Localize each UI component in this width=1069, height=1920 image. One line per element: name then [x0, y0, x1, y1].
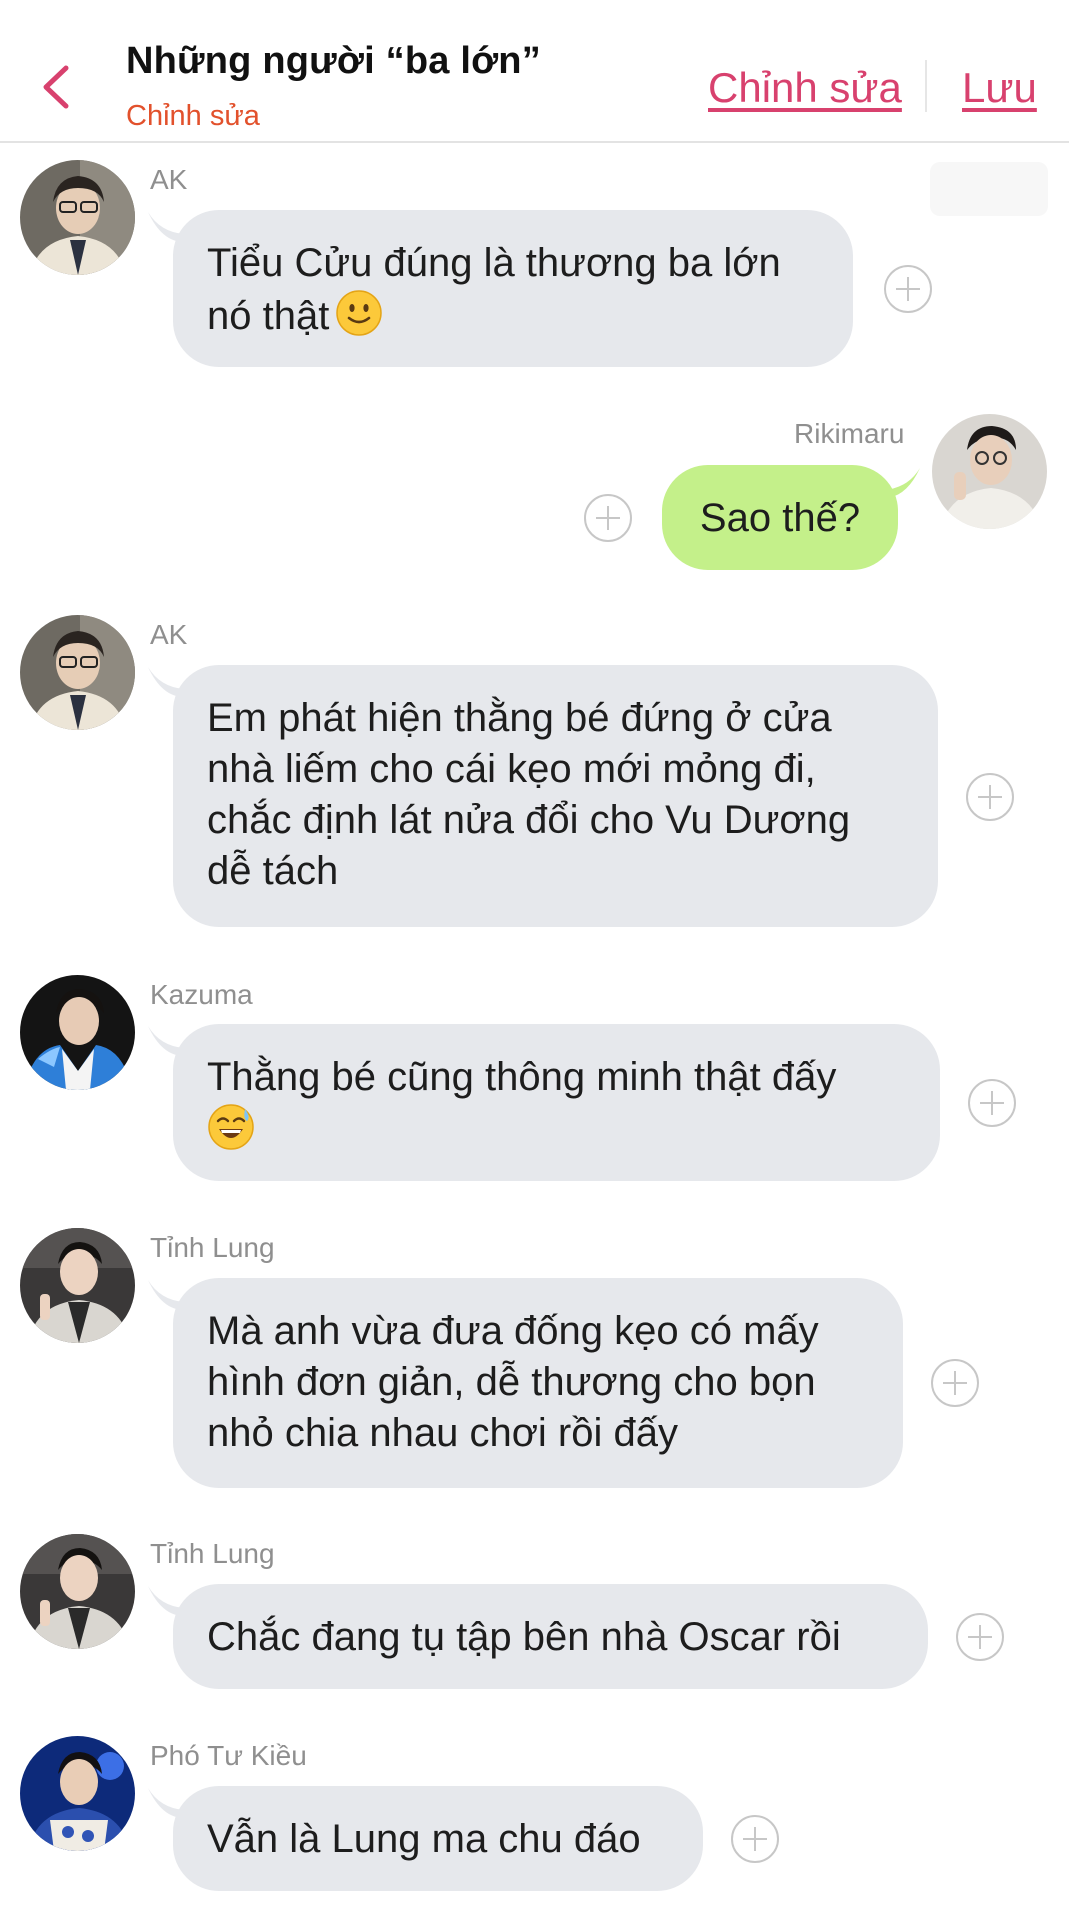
- add-reaction-icon[interactable]: [955, 1612, 1005, 1662]
- message-line: Tiểu Cửu đúng là thương ba lớn: [207, 241, 781, 285]
- sender-name: AK: [150, 164, 188, 195]
- add-reaction-icon[interactable]: [583, 493, 633, 543]
- message-bubble[interactable]: Mà anh vừa đưa đống kẹo có mấy hình đơn …: [173, 1278, 903, 1488]
- add-reaction-icon[interactable]: [883, 264, 933, 314]
- message-bubble[interactable]: Tiểu Cửu đúng là thương ba lớn nó thật: [173, 210, 853, 367]
- add-reaction-icon[interactable]: [730, 1814, 780, 1864]
- add-reaction-icon[interactable]: [930, 1358, 980, 1408]
- message-line: Em phát hiện thằng bé đứng ở cửa: [207, 696, 832, 740]
- chat-subtitle: Chỉnh sửa: [126, 100, 260, 132]
- message-bubble[interactable]: Em phát hiện thằng bé đứng ở cửa nhà liế…: [173, 665, 938, 927]
- sender-name: Tỉnh Lung: [150, 1538, 275, 1569]
- avatar[interactable]: [20, 615, 135, 730]
- message-line: Thằng bé cũng thông minh thật đấy: [207, 1055, 837, 1099]
- faint-overlay: [930, 162, 1048, 216]
- add-reaction-icon[interactable]: [965, 772, 1015, 822]
- message-line: nó thật: [207, 289, 819, 342]
- header-divider: [925, 60, 927, 112]
- avatar[interactable]: [20, 160, 135, 275]
- back-chevron-icon[interactable]: [36, 62, 76, 112]
- edit-button[interactable]: Chỉnh sửa: [708, 64, 902, 112]
- message-line: Vẫn là Lung ma chu đáo: [207, 1817, 641, 1861]
- message-line: Chắc đang tụ tập bên nhà Oscar rồi: [207, 1615, 841, 1659]
- save-button[interactable]: Lưu: [962, 64, 1037, 112]
- sweat-smile-emoji-icon: [208, 1104, 254, 1150]
- message-bubble[interactable]: Sao thế?: [662, 465, 898, 570]
- add-reaction-icon[interactable]: [967, 1078, 1017, 1128]
- sender-name: Tỉnh Lung: [150, 1232, 275, 1263]
- message-line: dễ tách: [207, 849, 339, 893]
- slight-smile-emoji-icon: [336, 290, 383, 336]
- sender-name: Phó Tư Kiều: [150, 1740, 307, 1771]
- message-line: Sao thế?: [699, 496, 861, 540]
- message-line: [207, 1103, 906, 1156]
- avatar[interactable]: [20, 975, 135, 1090]
- avatar[interactable]: [932, 414, 1047, 529]
- message-line: chắc định lát nửa đổi cho Vu Dương: [207, 798, 851, 842]
- message-line: nhỏ chia nhau chơi rồi đấy: [207, 1411, 678, 1455]
- chat-title: Những người “ba lớn”: [126, 40, 541, 82]
- message-line: hình đơn giản, dễ thương cho bọn: [207, 1360, 816, 1404]
- message-bubble[interactable]: Thằng bé cũng thông minh thật đấy: [173, 1024, 940, 1181]
- sender-name: Rikimaru: [794, 418, 905, 449]
- message-bubble[interactable]: Vẫn là Lung ma chu đáo: [173, 1786, 703, 1891]
- message-line: Mà anh vừa đưa đống kẹo có mấy: [207, 1309, 819, 1353]
- avatar[interactable]: [20, 1534, 135, 1649]
- sender-name: AK: [150, 619, 188, 650]
- avatar[interactable]: [20, 1736, 135, 1851]
- message-line: nhà liếm cho cái kẹo mới mỏng đi,: [207, 747, 816, 791]
- avatar[interactable]: [20, 1228, 135, 1343]
- message-bubble[interactable]: Chắc đang tụ tập bên nhà Oscar rồi: [173, 1584, 928, 1689]
- chat-header: Những người “ba lớn” Chỉnh sửa Chỉnh sửa…: [0, 0, 1069, 143]
- sender-name: Kazuma: [150, 979, 253, 1010]
